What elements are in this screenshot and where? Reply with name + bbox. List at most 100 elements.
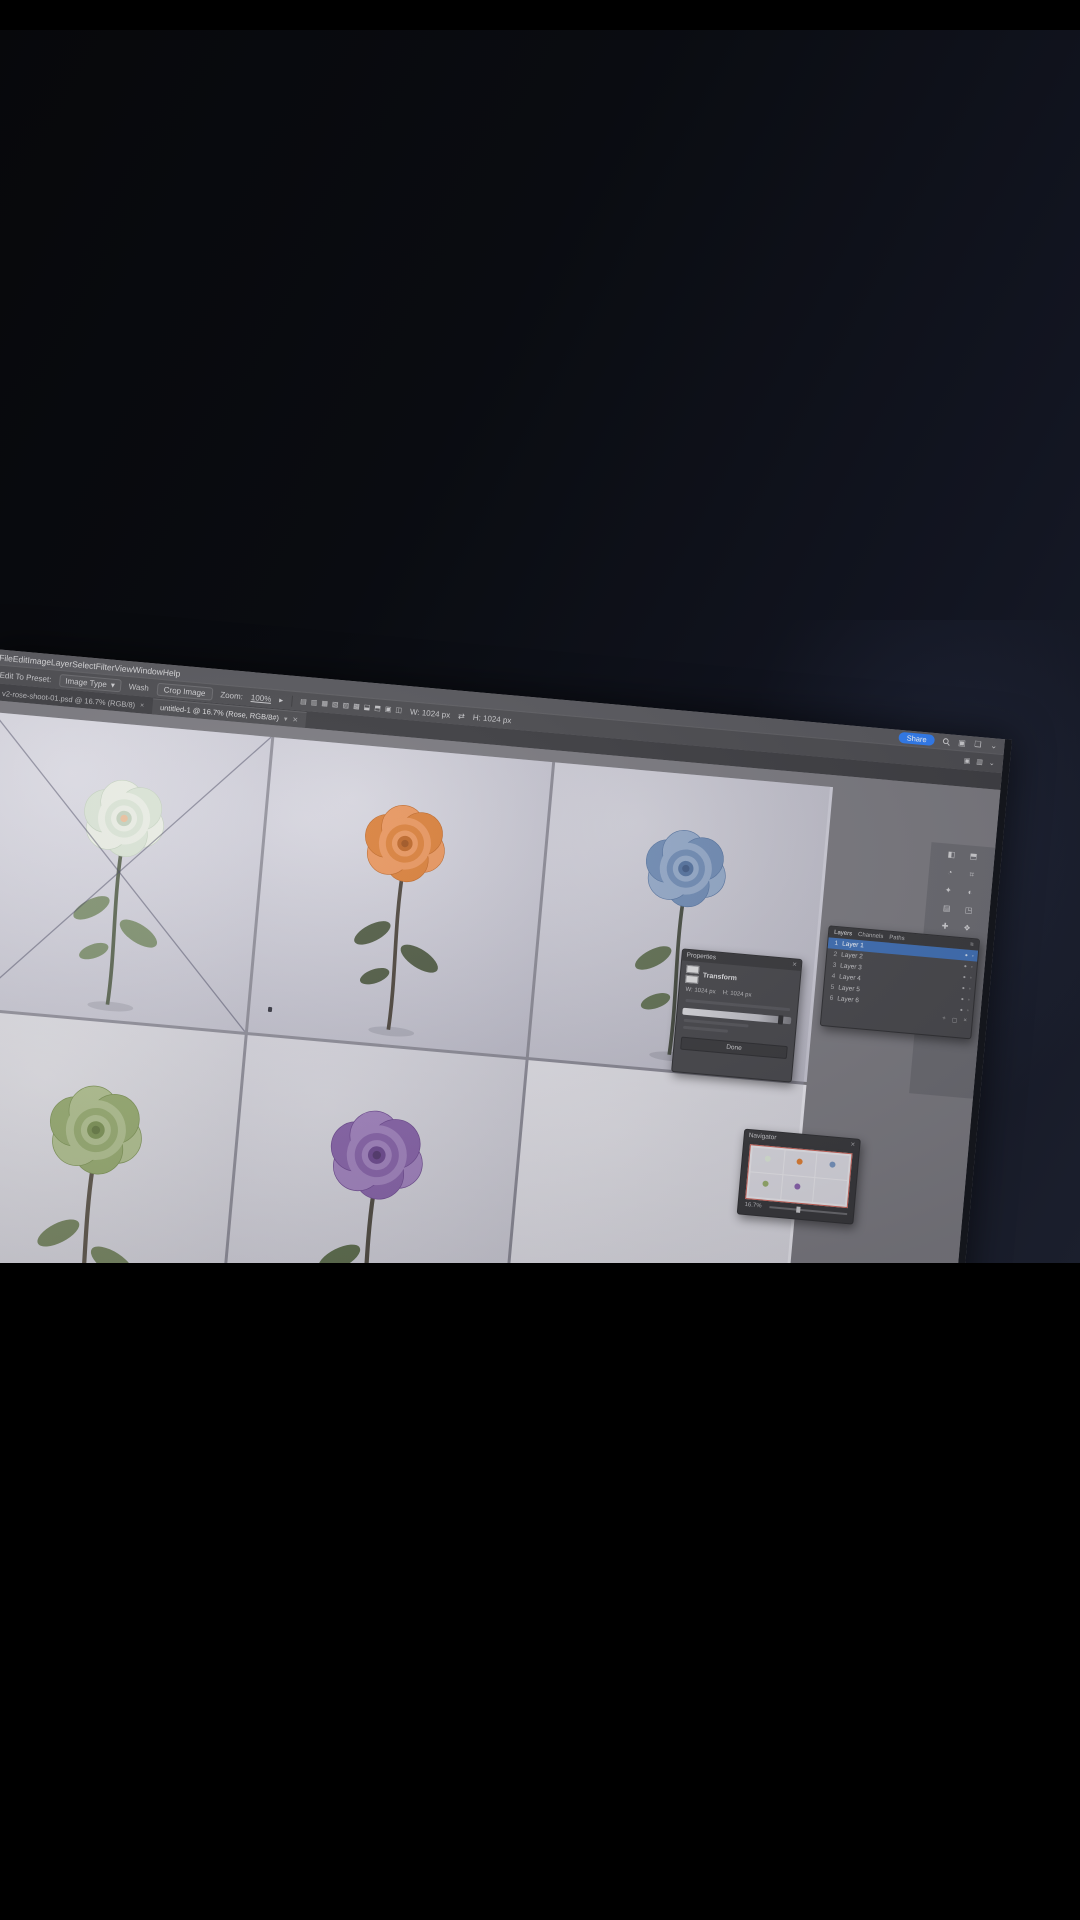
swatch	[685, 975, 699, 984]
layer-index: 5	[828, 984, 835, 992]
slider-handle[interactable]	[796, 1207, 801, 1213]
zoom-chevron-icon[interactable]: ▸	[279, 695, 284, 704]
navigator-zoom-value[interactable]: 16.7%	[744, 1202, 761, 1209]
align-icon[interactable]: ▨	[342, 701, 349, 710]
width-value[interactable]: W: 1024 px	[685, 987, 716, 996]
tab-channels[interactable]: Channels	[858, 931, 884, 939]
share-button[interactable]: Share	[898, 732, 935, 746]
workspace-icon[interactable]: ▣	[957, 738, 967, 748]
canvas-cell-orange-rose[interactable]	[248, 737, 552, 1057]
navigator-mini-cell	[781, 1175, 815, 1202]
slider-handle[interactable]	[778, 1015, 784, 1024]
align-icon[interactable]: ▦	[321, 699, 328, 708]
close-icon[interactable]: ×	[140, 702, 145, 709]
layer-index: 6	[827, 994, 834, 1002]
panel-icon[interactable]: ⌗	[960, 869, 983, 880]
navigator-mini-rose	[829, 1161, 836, 1168]
align-icon[interactable]: ⬓	[363, 703, 370, 712]
menu-item-view[interactable]: View	[114, 662, 133, 674]
chevron-down-icon[interactable]: ⌄	[989, 741, 999, 751]
image-type-value: Image Type	[65, 675, 107, 690]
align-icon[interactable]: ◫	[395, 706, 402, 715]
visibility-eye-icon[interactable]: ●	[961, 996, 965, 1002]
menu-item-filter[interactable]: Filter	[95, 661, 115, 673]
lock-icon[interactable]: ▫	[970, 975, 972, 981]
lock-icon[interactable]: ▫	[969, 986, 971, 992]
options-right-icons: ▣ ▥ ⌄	[963, 757, 995, 768]
panel-grid-icon[interactable]: ▥	[976, 758, 983, 767]
panels-icon[interactable]: ❏	[973, 739, 983, 749]
visibility-eye-icon[interactable]: ●	[964, 963, 968, 969]
visibility-eye-icon[interactable]: ●	[963, 974, 967, 980]
crop-image-button[interactable]: Crop Image	[156, 682, 213, 700]
add-layer-icon[interactable]: +	[942, 1016, 946, 1023]
lock-icon[interactable]: ▫	[967, 1007, 969, 1013]
menu-item-layer[interactable]: Layer	[51, 657, 73, 669]
height-field[interactable]: H: 1024 px	[472, 712, 511, 724]
menu-item-help[interactable]: Help	[162, 667, 180, 679]
navigator-mini-cell	[813, 1178, 847, 1205]
lock-icon[interactable]: ▫	[971, 964, 973, 970]
field-placeholder-line	[683, 1026, 728, 1033]
menu-item-file[interactable]: File	[0, 652, 13, 663]
close-icon[interactable]: ✕	[292, 715, 299, 723]
new-group-icon[interactable]: ▢	[951, 1017, 957, 1024]
tab-paths[interactable]: Paths	[889, 934, 905, 941]
close-icon[interactable]: ✕	[792, 961, 798, 968]
navigator-mini-cell	[748, 1172, 782, 1199]
properties-panel: Properties ✕ Transform W: 1024 px H: 102…	[671, 948, 803, 1082]
mode-label[interactable]: Wash	[128, 682, 149, 693]
menu-item-edit[interactable]: Edit	[13, 653, 28, 664]
options-divider	[291, 695, 293, 706]
link-dimensions-icon[interactable]: ⇄	[458, 711, 465, 721]
panel-menu-icon[interactable]: ≡	[970, 941, 974, 947]
align-icon[interactable]: ⬒	[374, 704, 381, 713]
panel-icon[interactable]: ◳	[957, 905, 980, 916]
chevron-down-icon[interactable]: ▾	[284, 715, 288, 723]
canvas-cell-mint-white-rose[interactable]	[0, 712, 271, 1032]
panel-icon[interactable]: ◔	[939, 867, 962, 878]
navigator-panel: Navigator ✕ 16.7%	[737, 1129, 861, 1225]
delete-layer-icon[interactable]: ×	[963, 1018, 967, 1025]
align-icon[interactable]: ▧	[332, 700, 339, 709]
photo-of-monitor: FileEditImageLayerSelectFilterViewWindow…	[0, 0, 1080, 1920]
panel-icon[interactable]: ✦	[937, 885, 960, 896]
search-icon[interactable]	[941, 737, 951, 747]
navigator-zoom-slider[interactable]	[769, 1206, 847, 1215]
layer-index: 1	[832, 940, 839, 948]
chevron-down-icon: ▾	[110, 679, 115, 690]
layer-index: 3	[830, 962, 837, 970]
navigator-mini-cell	[816, 1153, 850, 1180]
visibility-eye-icon[interactable]: ●	[962, 985, 966, 991]
panel-icon[interactable]: ▤	[935, 903, 958, 914]
lock-icon[interactable]: ▫	[972, 953, 974, 959]
navigator-mini-rose	[764, 1156, 771, 1163]
align-icon[interactable]: ▩	[353, 702, 360, 711]
tab-layers[interactable]: Layers	[834, 929, 852, 937]
align-icon[interactable]: ▤	[300, 697, 307, 706]
panel-title: Properties	[686, 952, 716, 962]
visibility-eye-icon[interactable]: ●	[960, 1007, 964, 1013]
workspace-switcher-icon[interactable]: ▣	[963, 757, 970, 766]
close-icon[interactable]: ✕	[850, 1141, 856, 1148]
panel-icon[interactable]: ⬒	[962, 851, 985, 862]
panel-icon[interactable]: ◐	[959, 887, 982, 898]
align-icon[interactable]: ▥	[310, 698, 317, 707]
menu-item-select[interactable]: Select	[72, 659, 96, 671]
visibility-eye-icon[interactable]: ●	[965, 952, 969, 958]
panel-icon[interactable]: ✚	[934, 921, 957, 932]
menu-item-window[interactable]: Window	[132, 664, 163, 677]
menu-item-image[interactable]: Image	[27, 655, 51, 667]
align-icon[interactable]: ▣	[385, 705, 392, 714]
done-button[interactable]: Done	[680, 1037, 788, 1059]
chevron-down-icon[interactable]: ⌄	[989, 759, 996, 767]
height-value[interactable]: H: 1024 px	[722, 990, 751, 999]
zoom-value[interactable]: 100%	[251, 693, 272, 704]
letterbox-bar-bottom	[0, 1263, 1080, 1920]
navigator-proxy-preview[interactable]	[745, 1144, 852, 1208]
panel-icon[interactable]: ❖	[956, 923, 979, 934]
lock-icon[interactable]: ▫	[968, 996, 970, 1002]
width-field[interactable]: W: 1024 px	[410, 707, 451, 720]
panel-icon[interactable]: ◧	[940, 849, 963, 860]
properties-heading: Transform	[702, 972, 737, 982]
